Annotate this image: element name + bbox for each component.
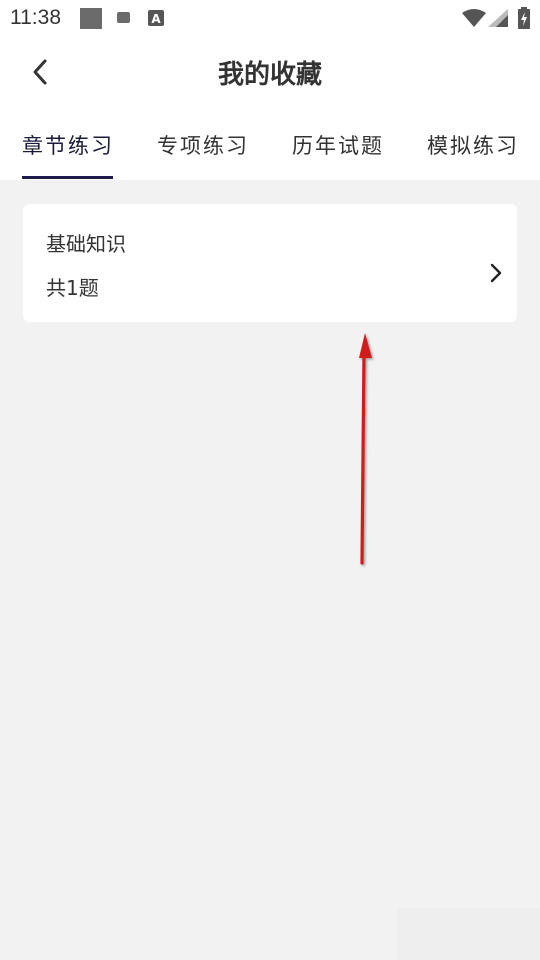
screen: 11:38 A 我的收藏 章节练习 专项练习 历年试题 模拟练习 基础知识 共1… [0, 0, 540, 960]
corner-patch [398, 908, 540, 960]
notification-a-icon: A [148, 10, 164, 26]
svg-text:A: A [151, 12, 161, 26]
notification-app-icon [80, 8, 102, 29]
list-item-title: 基础知识 [46, 232, 126, 256]
tab-mock-practice[interactable]: 模拟练习 [427, 130, 519, 160]
tab-active-indicator [22, 176, 113, 179]
notification-square-icon [117, 12, 130, 23]
list-item[interactable]: 基础知识 共1题 [23, 204, 517, 322]
battery-icon [518, 7, 530, 29]
list-item-count: 共1题 [46, 276, 99, 300]
tab-bar: 章节练习 专项练习 历年试题 模拟练习 [0, 124, 540, 180]
app-header: 我的收藏 章节练习 专项练习 历年试题 模拟练习 [0, 36, 540, 180]
signal-icon [488, 9, 508, 27]
page-title: 我的收藏 [217, 60, 322, 90]
tab-chapter-practice[interactable]: 章节练习 [22, 130, 114, 160]
status-bar: 11:38 A [0, 0, 540, 36]
tab-past-exams[interactable]: 历年试题 [292, 130, 384, 160]
status-time: 11:38 [10, 6, 61, 29]
tab-special-practice[interactable]: 专项练习 [157, 130, 249, 160]
wifi-icon [462, 9, 486, 27]
chevron-right-icon [490, 263, 502, 283]
